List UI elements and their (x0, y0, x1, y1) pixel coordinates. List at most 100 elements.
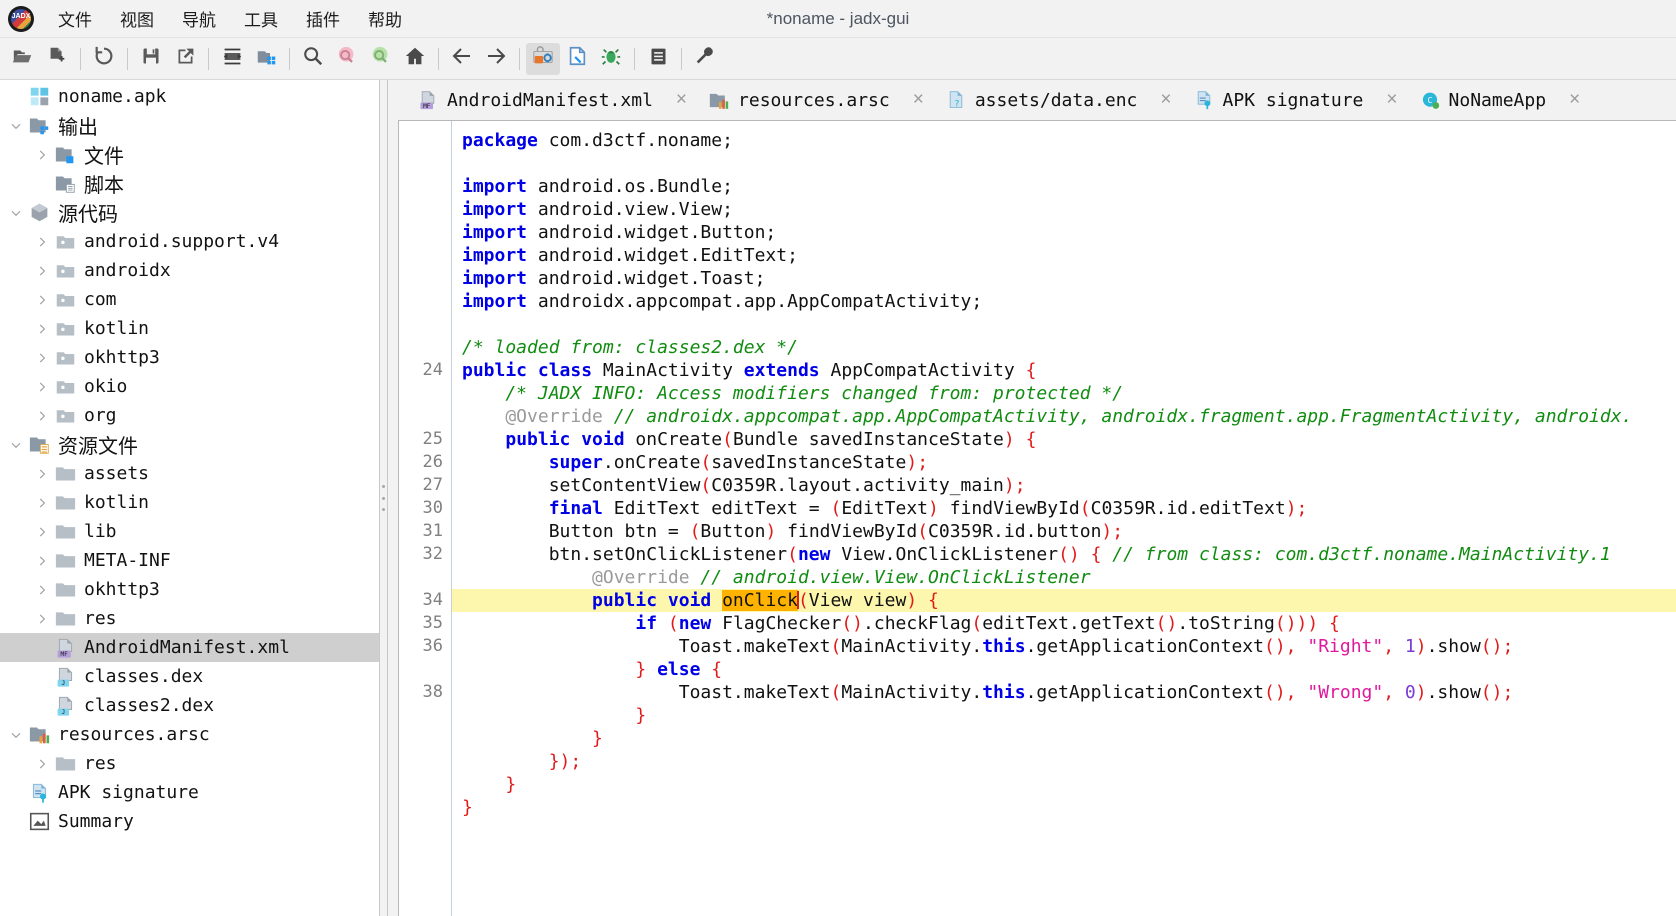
tab-androidmanifest-xml[interactable]: MF AndroidManifest.xml × (406, 80, 697, 120)
chevron-down-icon[interactable] (6, 430, 26, 459)
menu-tools[interactable]: 工具 (230, 2, 292, 35)
tree-node[interactable]: APK signature (0, 778, 379, 807)
tab-apk-signature[interactable]: APK signature × (1182, 80, 1408, 120)
project-tree-panel[interactable]: noname.apk 输出 文件 脚本 源代码 android.support.v4 and… (0, 80, 380, 916)
chevron-right-icon[interactable] (32, 575, 52, 604)
tree-node[interactable]: kotlin (0, 314, 379, 343)
tree-node[interactable]: 资源文件 (0, 430, 379, 459)
deobfuscation-button[interactable] (526, 42, 560, 75)
chevron-right-icon[interactable] (32, 546, 52, 575)
chevron-right-icon[interactable] (32, 140, 52, 169)
chevron-down-icon[interactable] (6, 111, 26, 140)
tree-node[interactable]: okhttp3 (0, 575, 379, 604)
code-line[interactable]: @Override // android.view.View.OnClickLi… (452, 566, 1676, 589)
code-line[interactable]: btn.setOnClickListener(new View.OnClickL… (452, 543, 1676, 566)
code-line[interactable]: import android.widget.Toast; (452, 267, 1676, 290)
sync-button[interactable] (215, 43, 249, 75)
tree-node[interactable]: res (0, 749, 379, 778)
code-line[interactable]: } (452, 773, 1676, 796)
tab-close-icon[interactable]: × (676, 89, 687, 111)
code-line[interactable] (452, 313, 1676, 336)
code-line[interactable]: Toast.makeText(MainActivity.this.getAppl… (452, 635, 1676, 658)
tab-close-icon[interactable]: × (1569, 89, 1580, 111)
home-button[interactable] (398, 43, 432, 75)
chevron-right-icon[interactable] (32, 488, 52, 517)
tab-resources-arsc[interactable]: resources.arsc × (697, 80, 934, 120)
menu-plugins[interactable]: 插件 (292, 2, 354, 35)
code-line[interactable]: import androidx.appcompat.app.AppCompatA… (452, 290, 1676, 313)
chevron-right-icon[interactable] (32, 256, 52, 285)
code-line[interactable]: }); (452, 750, 1676, 773)
code-line[interactable]: @Override // androidx.appcompat.app.AppC… (452, 405, 1676, 428)
code-line[interactable]: } else { (452, 658, 1676, 681)
chevron-right-icon[interactable] (32, 459, 52, 488)
class-search-button[interactable] (330, 43, 364, 75)
chevron-right-icon[interactable] (32, 517, 52, 546)
text-search-button[interactable] (296, 43, 330, 75)
logs-button[interactable] (641, 43, 675, 75)
tree-node[interactable]: MF AndroidManifest.xml (0, 633, 379, 662)
code-line[interactable]: /* JADX INFO: Access modifiers changed f… (452, 382, 1676, 405)
project-button[interactable] (249, 43, 283, 75)
tree-node[interactable]: kotlin (0, 488, 379, 517)
chevron-right-icon[interactable] (32, 314, 52, 343)
code-line[interactable]: } (452, 704, 1676, 727)
tab-close-icon[interactable]: × (1160, 89, 1171, 111)
code-line[interactable]: public class MainActivity extends AppCom… (452, 359, 1676, 382)
menu-navigation[interactable]: 导航 (168, 2, 230, 35)
chevron-right-icon[interactable] (32, 604, 52, 633)
code-line[interactable]: public void onClick(View view) { (452, 589, 1676, 612)
tab-assets-data-enc[interactable]: ? assets/data.enc × (934, 80, 1182, 120)
tree-node[interactable]: com (0, 285, 379, 314)
tree-node[interactable]: lib (0, 517, 379, 546)
code-line[interactable]: import android.view.View; (452, 198, 1676, 221)
tree-node[interactable]: androidx (0, 256, 379, 285)
forward-button[interactable] (479, 43, 513, 75)
chevron-right-icon[interactable] (32, 401, 52, 430)
code-line[interactable]: } (452, 796, 1676, 819)
code-line[interactable]: final EditText editText = (EditText) fin… (452, 497, 1676, 520)
chevron-right-icon[interactable] (32, 343, 52, 372)
tree-node[interactable]: Jclasses2.dex (0, 691, 379, 720)
code-line[interactable]: package com.d3ctf.noname; (452, 129, 1676, 152)
code-line[interactable]: if (new FlagChecker().checkFlag(editText… (452, 612, 1676, 635)
tree-node[interactable]: META-INF (0, 546, 379, 575)
tree-node[interactable]: 文件 (0, 140, 379, 169)
tree-node[interactable]: org (0, 401, 379, 430)
menu-view[interactable]: 视图 (106, 2, 168, 35)
tree-node[interactable]: okhttp3 (0, 343, 379, 372)
tree-node[interactable]: resources.arsc (0, 720, 379, 749)
tree-node[interactable]: Summary (0, 807, 379, 836)
chevron-down-icon[interactable] (6, 720, 26, 749)
code-line[interactable] (452, 152, 1676, 175)
reload-button[interactable] (87, 43, 121, 75)
back-button[interactable] (445, 43, 479, 75)
code-line[interactable]: /* loaded from: classes2.dex */ (452, 336, 1676, 359)
preferences-button[interactable] (688, 43, 722, 75)
code-line[interactable]: import android.widget.Button; (452, 221, 1676, 244)
menu-help[interactable]: 帮助 (354, 2, 416, 35)
code-line[interactable]: setContentView(C0359R.layout.activity_ma… (452, 474, 1676, 497)
tree-node[interactable]: 输出 (0, 111, 379, 140)
debugger-button[interactable] (594, 43, 628, 75)
tree-node[interactable]: Jclasses.dex (0, 662, 379, 691)
chevron-right-icon[interactable] (32, 285, 52, 314)
code-line[interactable]: import android.widget.EditText; (452, 244, 1676, 267)
tree-node[interactable]: assets (0, 459, 379, 488)
tree-node[interactable]: 脚本 (0, 169, 379, 198)
tree-node[interactable]: res (0, 604, 379, 633)
code-line[interactable]: super.onCreate(savedInstanceState); (452, 451, 1676, 474)
source-code[interactable]: package com.d3ctf.noname; import android.… (452, 121, 1676, 916)
code-viewer[interactable]: 24 25 26 27 30 31 32 34 35 36 38 package com.d3ctf… (398, 120, 1676, 916)
tree-node[interactable]: android.support.v4 (0, 227, 379, 256)
tree-node[interactable]: noname.apk (0, 82, 379, 111)
chevron-down-icon[interactable] (6, 198, 26, 227)
comment-search-button[interactable] (364, 43, 398, 75)
tree-node[interactable]: okio (0, 372, 379, 401)
quark-button[interactable] (560, 43, 594, 75)
tab-nonameapp[interactable]: C NoNameApp × (1408, 80, 1591, 120)
panel-splitter[interactable] (380, 80, 388, 916)
menu-file[interactable]: 文件 (44, 2, 106, 35)
code-line[interactable]: import android.os.Bundle; (452, 175, 1676, 198)
chevron-right-icon[interactable] (32, 372, 52, 401)
